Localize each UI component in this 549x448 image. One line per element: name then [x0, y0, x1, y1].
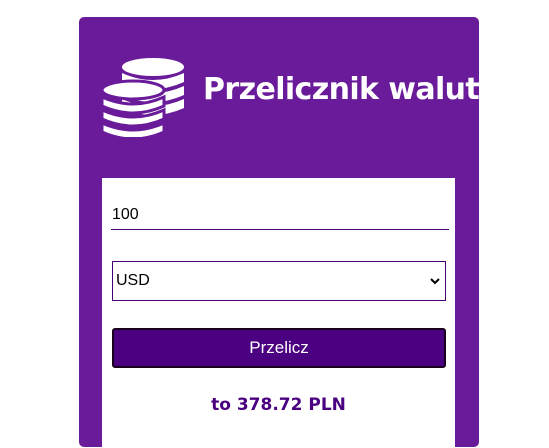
currency-select[interactable]: USD — [112, 261, 446, 301]
page-title: Przelicznik walut — [203, 72, 480, 107]
currency-selected-value: USD — [116, 272, 150, 289]
amount-input[interactable] — [111, 200, 449, 230]
conversion-result: to 378.72 PLN — [211, 395, 346, 415]
converter-card: Przelicznik walut USD Przelicz to 378.72… — [79, 17, 480, 448]
chevron-down-icon — [430, 278, 440, 285]
converter-form: USD Przelicz to 378.72 PLN — [102, 178, 455, 448]
convert-button[interactable]: Przelicz — [112, 328, 446, 368]
coins-icon — [101, 58, 184, 137]
header: Przelicznik walut — [79, 17, 480, 177]
